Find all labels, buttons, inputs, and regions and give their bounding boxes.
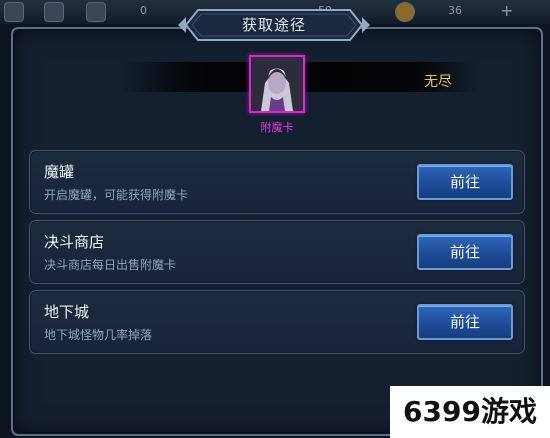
source-row-dungeon: 地下城 地下城怪物几率掉落 前往 (29, 290, 525, 354)
site-watermark: 6399游戏 (390, 386, 550, 438)
hud-item-icon (86, 2, 106, 22)
go-button[interactable]: 前往 (417, 304, 513, 340)
source-row-duel-shop: 决斗商店 决斗商店每日出售附魔卡 前往 (29, 220, 525, 284)
dialog-title-plate: 获取途径 (176, 6, 372, 44)
card-name: 附魔卡 (260, 121, 294, 134)
source-title: 地下城 (44, 303, 90, 321)
source-row-magic-jar: 魔罐 开启魔罐，可能获得附魔卡 前往 (29, 150, 525, 214)
hud-value: 36 (448, 4, 462, 17)
dialog-title: 获取途径 (241, 16, 306, 34)
go-button[interactable]: 前往 (417, 234, 513, 270)
duration-label: 无尽 (424, 74, 452, 90)
source-description: 地下城怪物几率掉落 (44, 328, 153, 342)
coin-icon (395, 2, 415, 22)
source-title: 决斗商店 (44, 233, 105, 251)
card-portrait[interactable] (249, 55, 305, 113)
source-description: 决斗商店每日出售附魔卡 (44, 258, 177, 272)
source-title: 魔罐 (44, 163, 75, 181)
hud-item-icon (4, 2, 24, 22)
go-button[interactable]: 前往 (417, 164, 513, 200)
hud-item-icon (44, 2, 64, 22)
source-description: 开启魔罐，可能获得附魔卡 (44, 188, 189, 202)
hud-value: 0 (140, 4, 147, 17)
add-icon[interactable]: + (500, 1, 513, 20)
